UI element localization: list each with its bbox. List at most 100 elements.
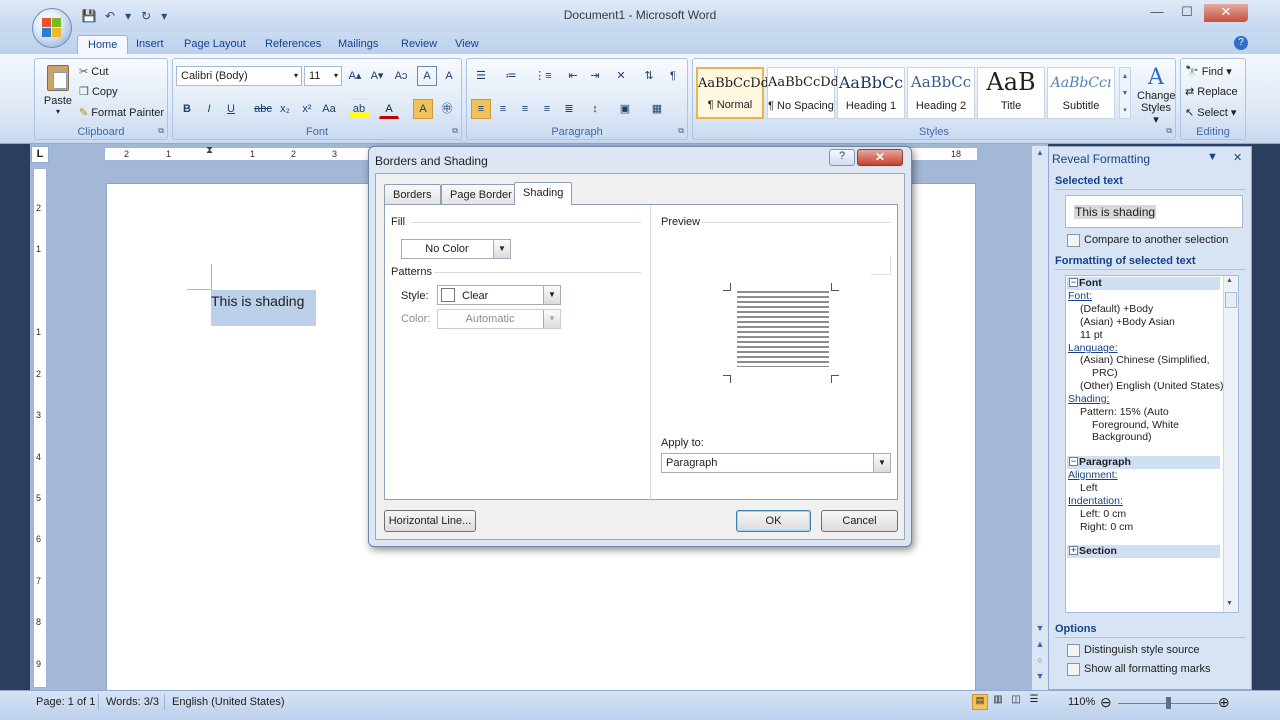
phonetic-guide-button[interactable]: A — [417, 66, 437, 86]
vertical-ruler[interactable]: 2 1 1 2 3 4 5 6 7 8 9 — [33, 168, 47, 688]
clear-formatting-button[interactable]: Aↄ — [391, 66, 411, 86]
pattern-style-dropdown[interactable]: Clear ▼ — [437, 285, 561, 305]
style-normal[interactable]: AaBbCcDd ¶ Normal — [696, 67, 769, 119]
bullets-button[interactable]: ☰ — [471, 66, 491, 86]
alignment-link[interactable]: Alignment: — [1068, 469, 1118, 481]
bold-button[interactable]: B — [177, 99, 197, 119]
redo-icon[interactable]: ↻ — [137, 9, 155, 25]
selected-text-box[interactable]: This is shading — [1065, 195, 1243, 228]
indent-marker-icon[interactable]: ⧗ — [206, 145, 213, 156]
style-title[interactable]: AaB Title — [977, 67, 1045, 119]
align-right-button[interactable]: ≡ — [515, 99, 535, 119]
dialog-close-button[interactable]: ✕ — [857, 149, 903, 166]
tab-view[interactable]: View — [445, 35, 489, 54]
character-shading-button[interactable]: A — [413, 99, 433, 119]
select-button[interactable]: ↖ Select ▾ — [1185, 104, 1236, 122]
align-center-button[interactable]: ≡ — [493, 99, 513, 119]
browse-object-controls[interactable]: ▼ ▲ ○ ▼ — [1032, 620, 1048, 686]
outline-icon[interactable]: ☰ — [1026, 694, 1042, 710]
copy-button[interactable]: ❐ Copy — [79, 83, 118, 101]
justify-button[interactable]: ≡ — [537, 99, 557, 119]
numbering-button[interactable]: ≔ — [501, 66, 521, 86]
font-size-combo[interactable]: 11 ▾ — [304, 66, 342, 86]
dialog-launcher-icon[interactable]: ⧉ — [452, 126, 458, 136]
multilevel-list-button[interactable]: ⋮≡ — [533, 66, 553, 86]
dialog-launcher-icon[interactable]: ⧉ — [1166, 126, 1172, 136]
pane-menu-icon[interactable]: ▼ — [1207, 151, 1218, 163]
paste-button[interactable]: Paste ▾ — [43, 63, 73, 116]
decrease-indent-button[interactable]: ⇤ — [563, 66, 583, 86]
styles-scroll[interactable]: ▲ ▼ ▾ — [1119, 67, 1131, 119]
style-subtitle[interactable]: AaBbCcı Subtitle — [1047, 67, 1115, 119]
strikethrough-button[interactable]: abc — [253, 99, 273, 119]
italic-button[interactable]: I — [199, 99, 219, 119]
help-icon[interactable]: ? — [1234, 36, 1248, 50]
section-section[interactable]: + Section — [1067, 545, 1220, 558]
full-screen-icon[interactable]: ▥ — [990, 694, 1006, 710]
paragraph-shading-button[interactable]: ▣ — [615, 99, 635, 119]
font-name-combo[interactable]: Calibri (Body) ▾ — [176, 66, 302, 86]
tab-mailings[interactable]: Mailings — [328, 35, 388, 54]
minimize-button[interactable]: — — [1140, 4, 1174, 22]
align-left-button[interactable]: ≡ — [471, 99, 491, 119]
print-layout-icon[interactable]: ▤ — [972, 694, 988, 710]
distributed-button[interactable]: ≣ — [559, 99, 579, 119]
undo-icon[interactable]: ↶ — [101, 9, 119, 25]
change-case-button[interactable]: Aa — [319, 99, 339, 119]
horizontal-line-button[interactable]: Horizontal Line... — [384, 510, 476, 532]
language-status[interactable]: English (United States) — [172, 696, 285, 708]
show-marks-checkbox[interactable] — [1067, 663, 1080, 676]
fill-dropdown[interactable]: No Color ▼ — [401, 239, 511, 259]
style-heading-2[interactable]: AaBbCc Heading 2 — [907, 67, 975, 119]
sort-button[interactable]: ⇅ — [639, 66, 659, 86]
line-spacing-button[interactable]: ↕ — [585, 99, 605, 119]
tab-home[interactable]: Home — [77, 35, 129, 54]
paragraph-section[interactable]: − Paragraph — [1067, 456, 1220, 469]
shading-link[interactable]: Shading: — [1068, 393, 1109, 405]
shrink-font-button[interactable]: A▾ — [367, 66, 387, 86]
highlight-button[interactable]: ab — [349, 99, 369, 119]
compare-checkbox[interactable] — [1067, 234, 1080, 247]
indentation-link[interactable]: Indentation: — [1068, 495, 1123, 507]
tab-page-layout[interactable]: Page Layout — [174, 35, 256, 54]
font-link[interactable]: Font: — [1068, 290, 1092, 302]
pattern-color-dropdown[interactable]: Automatic ▼ — [437, 309, 561, 329]
scroll-up-icon[interactable]: ▲ — [1033, 148, 1047, 162]
ok-button[interactable]: OK — [736, 510, 811, 532]
character-border-button[interactable]: A — [439, 66, 459, 86]
style-no-spacing[interactable]: AaBbCcDd ¶ No Spacing — [767, 67, 839, 119]
zoom-level[interactable]: 110% — [1068, 696, 1095, 708]
tab-insert[interactable]: Insert — [126, 35, 174, 54]
zoom-slider-thumb[interactable] — [1166, 697, 1171, 709]
tab-shading[interactable]: Shading — [514, 182, 573, 205]
tab-borders[interactable]: Borders — [384, 184, 441, 204]
borders-button[interactable]: ▦ — [647, 99, 667, 119]
language-link[interactable]: Language: — [1068, 342, 1118, 354]
undo-dropdown-icon[interactable]: ▾ — [122, 9, 134, 25]
cut-button[interactable]: ✂ Cut — [79, 63, 108, 81]
web-layout-icon[interactable]: ◫ — [1008, 694, 1024, 710]
tab-page-border[interactable]: Page Border — [441, 184, 521, 204]
font-section[interactable]: − Font — [1067, 277, 1220, 290]
grow-font-button[interactable]: A▴ — [345, 66, 365, 86]
underline-button[interactable]: U — [221, 99, 241, 119]
dialog-help-button[interactable]: ? — [829, 149, 855, 166]
scroll-thumb[interactable] — [1225, 292, 1237, 308]
tab-references[interactable]: References — [255, 35, 331, 54]
word-count[interactable]: Words: 3/3 — [106, 696, 159, 708]
shading-preview[interactable] — [723, 283, 839, 383]
format-painter-button[interactable]: ✎ Format Painter — [79, 104, 164, 122]
font-color-button[interactable]: A — [379, 99, 399, 119]
apply-to-dropdown[interactable]: Paragraph ▼ — [661, 453, 891, 473]
subscript-button[interactable]: x₂ — [275, 99, 295, 119]
replace-button[interactable]: ⇄ Replace — [1185, 83, 1238, 101]
enclose-characters-button[interactable]: ㊥ — [437, 99, 457, 119]
style-heading-1[interactable]: AaBbCc Heading 1 — [837, 67, 905, 119]
distinguish-style-checkbox[interactable] — [1067, 644, 1080, 657]
asian-layout-button[interactable]: ✕ — [611, 66, 631, 86]
save-icon[interactable]: 💾 — [80, 9, 98, 25]
cancel-button[interactable]: Cancel — [821, 510, 898, 532]
increase-indent-button[interactable]: ⇥ — [585, 66, 605, 86]
formatting-list-scrollbar[interactable]: ▲ ▼ — [1223, 276, 1238, 612]
close-icon[interactable]: ✕ — [1233, 151, 1242, 164]
